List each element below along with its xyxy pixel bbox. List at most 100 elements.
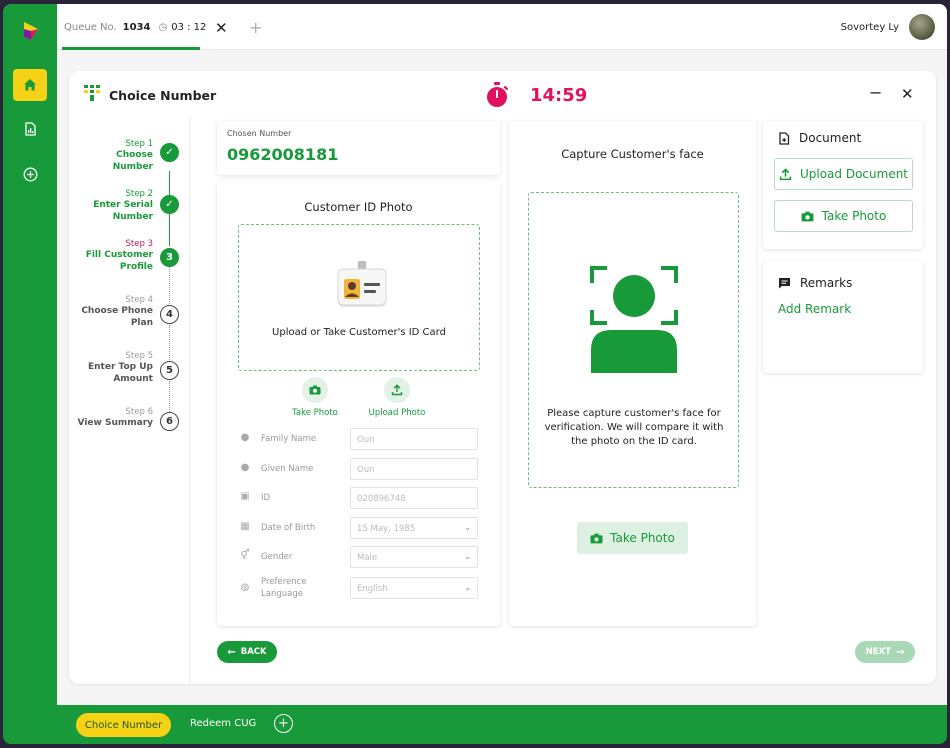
gender-label: Gender (261, 552, 293, 562)
camera-icon (309, 385, 321, 395)
arrow-left-icon: ← (227, 646, 236, 658)
customer-id-title: Customer ID Photo (304, 200, 413, 214)
upload-document-label: Upload Document (799, 167, 909, 181)
step-number: Step 2 (125, 189, 153, 199)
queue-number: 1034 (122, 21, 151, 33)
family-name-label: Family Name (261, 434, 317, 444)
chosen-number-label: Chosen Number (227, 129, 292, 138)
step-number: Step 3 (125, 239, 153, 249)
comment-icon (779, 278, 790, 289)
add-remark-link[interactable]: Add Remark (778, 302, 851, 316)
stepper: Step 1 Choose Number ✓ Step 2 Enter Seri… (69, 117, 190, 684)
avatar[interactable] (909, 14, 935, 40)
chosen-number-value: 0962008181 (227, 145, 339, 164)
gender-select[interactable]: Male ⌄ (350, 546, 478, 568)
close-tab-icon[interactable]: ✕ (215, 19, 228, 37)
step-label: Fill Customer Profile (85, 250, 153, 272)
queue-time: 03 : 12 (171, 21, 207, 33)
step-connector-todo (169, 261, 170, 422)
check-icon: ✓ (160, 195, 179, 214)
nav-add-button[interactable] (13, 158, 47, 190)
chevron-down-icon: ⌄ (464, 583, 471, 592)
next-button[interactable]: NEXT → (855, 641, 915, 663)
stopwatch-icon (487, 82, 509, 107)
face-take-photo-label: Take Photo (610, 531, 675, 545)
language-value: English (357, 584, 388, 594)
id-card-hint: Upload or Take Customer's ID Card (272, 327, 446, 338)
nav-home-button[interactable] (13, 69, 47, 101)
id-label: ID (261, 493, 271, 503)
take-photo-label: Take Photo (292, 408, 338, 418)
step-label: Choose Number (112, 150, 153, 172)
add-tab-icon[interactable]: + (249, 18, 262, 37)
minimize-icon[interactable]: − (869, 83, 882, 102)
document-card: Document Upload Document Take Photo (763, 121, 923, 249)
user-name: Sovortey Ly (840, 21, 899, 33)
bottom-tab-bar: Choice Number Redeem CUG + (57, 705, 947, 744)
dob-row: ▦ Date of Birth 15 May, 1985 ⌄ (239, 517, 479, 539)
document-title: Document (799, 131, 862, 145)
add-bottom-tab-icon[interactable]: + (274, 714, 293, 733)
given-name-label: Given Name (261, 464, 314, 474)
panel-title: Choice Number (109, 88, 217, 103)
bottom-tab-choice-number[interactable]: Choice Number (76, 713, 171, 737)
side-nav (3, 4, 57, 744)
gender-value: Male (357, 553, 378, 563)
upload-photo-button[interactable]: Upload Photo (362, 377, 432, 418)
globe-icon: ◍ (240, 582, 250, 593)
upload-document-button[interactable]: Upload Document (774, 158, 913, 190)
active-tab-indicator (62, 47, 200, 50)
bottom-tab-redeem-cug[interactable]: Redeem CUG (190, 718, 256, 729)
family-name-input[interactable]: Oun (350, 428, 478, 450)
step-label: Choose Phone Plan (81, 306, 153, 328)
dob-select[interactable]: 15 May, 1985 ⌄ (350, 517, 478, 539)
dob-label: Date of Birth (261, 523, 316, 533)
back-button[interactable]: ← BACK (217, 641, 277, 663)
remarks-title: Remarks (800, 276, 853, 290)
step-label: View Summary (77, 418, 153, 428)
id-row: ▣ ID 020896748 (239, 487, 479, 509)
step-number: Step 6 (125, 407, 153, 417)
arrow-right-icon: → (895, 646, 905, 658)
camera-icon (801, 211, 814, 221)
upload-photo-label: Upload Photo (368, 408, 426, 418)
family-name-row: ● Family Name Oun (239, 428, 479, 450)
given-name-row: ● Given Name Oun (239, 458, 479, 480)
face-capture-title: Capture Customer's face (561, 147, 704, 161)
gender-row: ⚥ Gender Male ⌄ (239, 546, 479, 568)
language-select[interactable]: English ⌄ (350, 577, 478, 599)
chosen-number-card: Chosen Number 0962008181 (217, 121, 500, 175)
countdown-timer: 14:59 (530, 85, 588, 106)
chevron-down-icon: ⌄ (464, 523, 471, 532)
document-take-photo-label: Take Photo (821, 209, 887, 223)
face-scan-icon (590, 266, 678, 373)
step-number: Step 1 (125, 139, 153, 149)
app-window: Queue No. 1034 ◷ 03 : 12 ✕ + Sovortey Ly (3, 4, 947, 744)
step-badge: 4 (160, 305, 179, 324)
camera-icon (590, 533, 603, 543)
choice-number-panel: Choice Number 14:59 − ✕ Step 1 Choose Nu… (69, 71, 936, 684)
id-icon: ▣ (240, 491, 250, 502)
nav-report-button[interactable] (13, 113, 47, 145)
id-card-dropzone[interactable]: Upload or Take Customer's ID Card (238, 224, 480, 371)
clock-icon: ◷ (158, 21, 168, 33)
take-photo-button[interactable]: Take Photo (280, 377, 350, 418)
face-capture-area[interactable]: Please capture customer's face for verif… (528, 192, 739, 488)
given-name-input[interactable]: Oun (350, 458, 478, 480)
document-take-photo-button[interactable]: Take Photo (774, 200, 913, 232)
home-icon (24, 79, 36, 91)
step-badge: 5 (160, 361, 179, 380)
user-profile[interactable]: Sovortey Ly (841, 14, 935, 40)
language-row: ◍ Preference Language English ⌄ (239, 576, 479, 602)
step-label: Enter Top Up Amount (88, 362, 153, 384)
id-input[interactable]: 020896748 (350, 487, 478, 509)
back-label: BACK (240, 647, 267, 657)
dob-value: 15 May, 1985 (357, 524, 416, 534)
face-take-photo-button[interactable]: Take Photo (577, 522, 688, 554)
queue-tab[interactable]: Queue No. 1034 ◷ 03 : 12 (64, 4, 206, 50)
dialpad-icon (84, 85, 100, 101)
remarks-title-row: Remarks (778, 276, 852, 290)
customer-id-card: Customer ID Photo Upload or Take Custome… (217, 180, 500, 626)
step-badge: 3 (160, 248, 179, 267)
close-panel-icon[interactable]: ✕ (901, 85, 914, 103)
